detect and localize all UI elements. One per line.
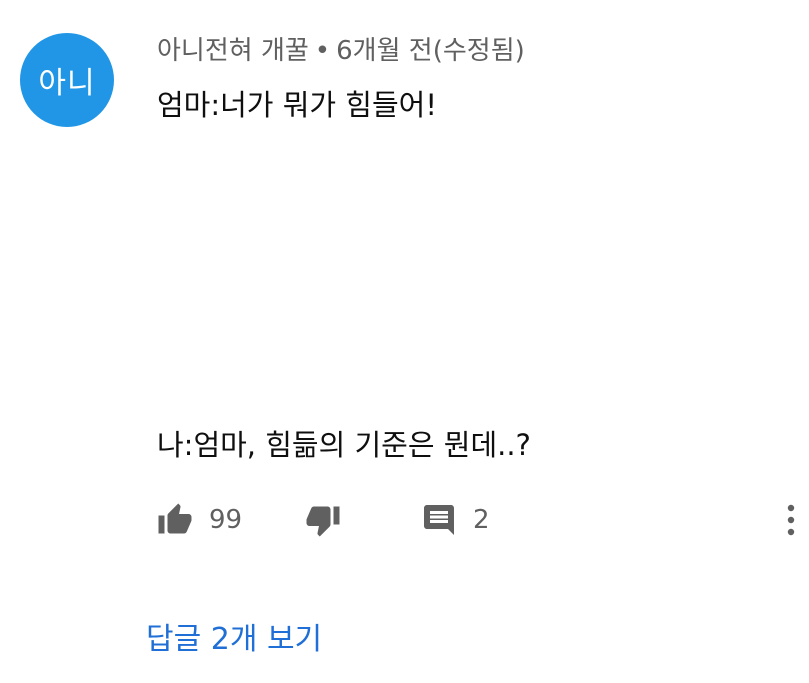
comment-time: 6개월 전(수정됨) [336, 36, 525, 66]
avatar[interactable]: 아니 [20, 33, 114, 127]
comment-actions: 99 2 [157, 498, 797, 542]
comment-text-line-1: 엄마:너가 뭐가 힘들어! [157, 88, 437, 122]
reply-button[interactable]: 2 [421, 498, 490, 542]
like-button[interactable]: 99 [157, 498, 242, 542]
view-replies-link[interactable]: 답글 2개 보기 [146, 614, 322, 658]
more-vert-icon [781, 500, 801, 540]
thumb-up-icon [157, 502, 193, 538]
author-name[interactable]: 아니전혀 개꿀 [157, 36, 309, 66]
thumb-down-icon [305, 502, 341, 538]
comment-text-line-2: 나:엄마, 힘듦의 기준은 뭔데..? [157, 428, 531, 462]
separator-dot: • [314, 36, 331, 66]
comment-header: 아니전혀 개꿀 • 6개월 전(수정됨) [157, 30, 525, 67]
more-options-button[interactable] [781, 498, 801, 542]
dislike-button[interactable] [305, 498, 341, 542]
reply-count: 2 [473, 505, 490, 535]
avatar-initials: 아니 [38, 66, 96, 101]
like-count: 99 [209, 505, 243, 535]
comment-icon [421, 502, 457, 538]
